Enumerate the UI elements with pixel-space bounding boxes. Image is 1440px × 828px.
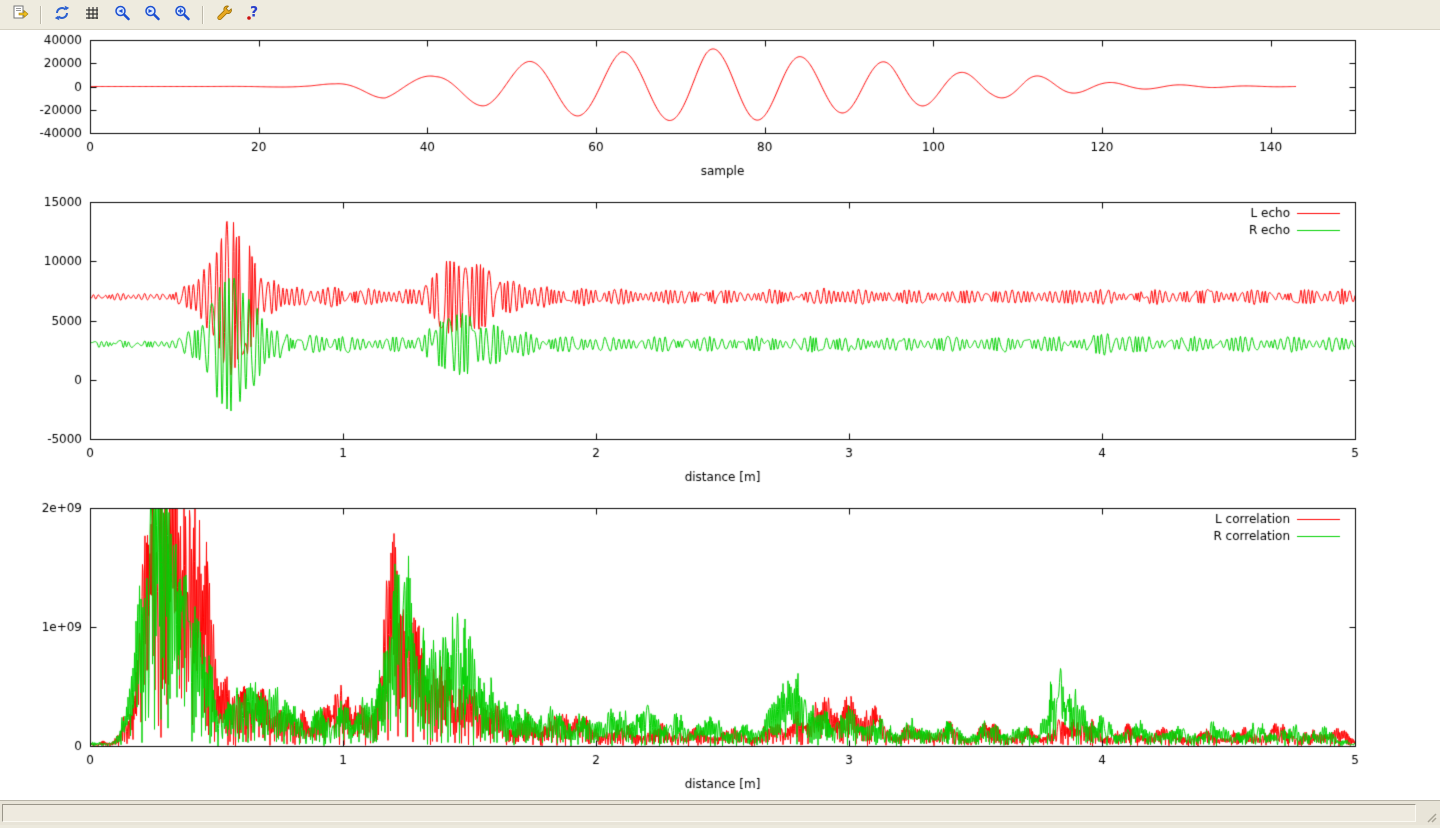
zoom-next-button[interactable] bbox=[138, 3, 165, 27]
toggle-grid-button[interactable] bbox=[78, 3, 105, 27]
zoom-next-icon bbox=[143, 4, 161, 25]
grid-icon bbox=[83, 4, 101, 25]
status-text bbox=[2, 804, 1416, 822]
status-bar bbox=[0, 800, 1440, 825]
toolbar-separator bbox=[202, 6, 203, 24]
autoscale-icon bbox=[173, 4, 191, 25]
resize-grip[interactable] bbox=[1424, 809, 1438, 823]
gnuplot-window: ? bbox=[0, 0, 1440, 825]
correlation-plot[interactable] bbox=[0, 500, 1440, 800]
echo-plot[interactable] bbox=[0, 192, 1440, 500]
plot-area bbox=[0, 30, 1440, 800]
wrench-icon bbox=[215, 4, 233, 25]
replot-button[interactable] bbox=[48, 3, 75, 27]
zoom-previous-icon bbox=[113, 4, 131, 25]
copy-clipboard-button[interactable] bbox=[6, 3, 33, 27]
help-button[interactable]: ? bbox=[240, 3, 267, 27]
zoom-previous-button[interactable] bbox=[108, 3, 135, 27]
waveform-plot[interactable] bbox=[0, 32, 1440, 192]
svg-text:?: ? bbox=[249, 5, 257, 21]
configure-button[interactable] bbox=[210, 3, 237, 27]
toolbar: ? bbox=[0, 0, 1440, 30]
toolbar-separator bbox=[40, 6, 41, 24]
replot-icon bbox=[53, 4, 71, 25]
copy-clipboard-icon bbox=[11, 4, 29, 25]
help-icon: ? bbox=[245, 4, 263, 25]
autoscale-button[interactable] bbox=[168, 3, 195, 27]
